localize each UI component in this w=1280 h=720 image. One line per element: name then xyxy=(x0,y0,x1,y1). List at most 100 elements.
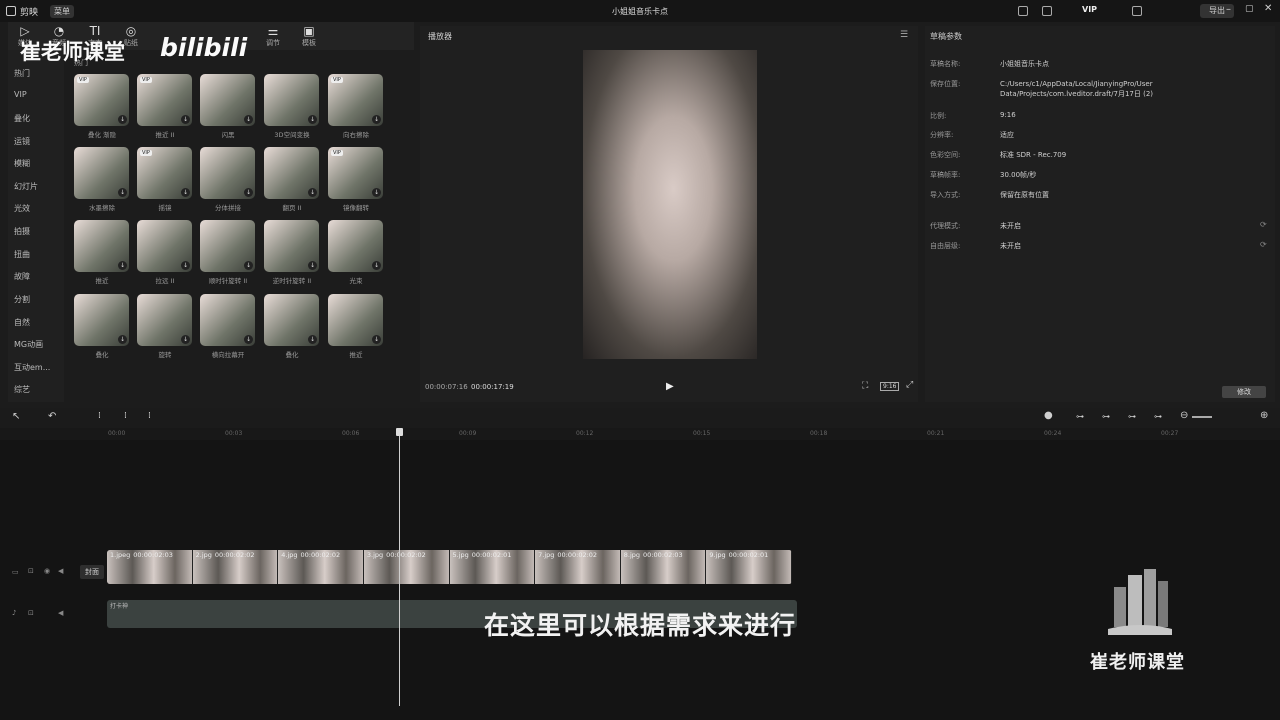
nav-item[interactable]: 叠化 xyxy=(14,113,30,124)
track-audio-icon[interactable]: ◀ xyxy=(58,567,63,575)
play-icon[interactable]: ▶ xyxy=(666,381,674,392)
video-clip[interactable]: 9.jpg 00:00:02:01 xyxy=(706,550,792,584)
download-icon[interactable]: ↓ xyxy=(181,188,190,197)
download-icon[interactable]: ↓ xyxy=(308,261,317,270)
thumbnail-caption: 摇镜 xyxy=(158,204,172,212)
cover-button[interactable]: 封面 xyxy=(80,565,104,579)
video-clip[interactable]: 4.jpg 00:00:02:02 xyxy=(278,550,364,584)
feedback-icon[interactable] xyxy=(1132,6,1142,16)
zoom-slider[interactable] xyxy=(1192,416,1212,418)
nav-item[interactable]: VIP xyxy=(14,90,27,99)
download-icon[interactable]: ↓ xyxy=(118,335,127,344)
proxy-info-icon[interactable]: ⟳ xyxy=(1260,220,1267,229)
track-lock-icon[interactable]: ⊡ xyxy=(28,567,34,575)
link-icon[interactable]: ⊶ xyxy=(1076,412,1084,421)
template-icon: ▣ xyxy=(303,24,315,38)
maximize-icon[interactable]: ▢ xyxy=(1245,4,1254,14)
download-icon[interactable]: ↓ xyxy=(308,188,317,197)
download-icon[interactable]: ↓ xyxy=(372,115,381,124)
nav-item[interactable]: 自然 xyxy=(14,317,30,328)
nav-item[interactable]: 扭曲 xyxy=(14,249,30,260)
video-clip[interactable]: 5.jpg 00:00:02:01 xyxy=(449,550,536,584)
download-icon[interactable]: ↓ xyxy=(308,335,317,344)
video-clip[interactable]: 3.jpg 00:00:02:02 xyxy=(363,550,450,584)
vip-tag: VIP xyxy=(140,150,152,156)
video-clip[interactable]: 8.jpg 00:00:02:03 xyxy=(620,550,707,584)
ruler-tick: 00:18 xyxy=(810,430,828,437)
download-icon[interactable]: ↓ xyxy=(181,261,190,270)
nav-item[interactable]: 模糊 xyxy=(14,158,30,169)
track-hide-icon[interactable]: ▭ xyxy=(12,568,19,576)
menu-button[interactable]: 菜单 xyxy=(50,5,74,18)
app-name: 剪映 xyxy=(20,8,39,18)
preview-axis-icon[interactable]: ⊶ xyxy=(1128,412,1136,421)
video-clip[interactable]: 1.jpeg 00:00:02:03 xyxy=(107,550,193,584)
modify-button[interactable]: 修改 xyxy=(1222,386,1266,398)
thumbnail-caption: 推近 xyxy=(95,277,109,285)
download-icon[interactable]: ↓ xyxy=(181,335,190,344)
undo-icon[interactable]: ↶ xyxy=(48,411,56,422)
snap-icon[interactable]: ⊶ xyxy=(1102,412,1110,421)
draft-field-value: 适应 xyxy=(1000,131,1014,139)
thumbnail-caption: 闪黑 xyxy=(221,131,235,139)
layout-icon[interactable] xyxy=(1042,6,1052,16)
video-preview xyxy=(583,50,757,359)
expand-icon[interactable]: ⤢ xyxy=(906,380,913,390)
playhead-handle[interactable] xyxy=(396,428,403,436)
split-icon[interactable]: ⁞ xyxy=(98,411,101,421)
vip-badge[interactable]: VIP xyxy=(1082,5,1097,14)
fullscreen-fit-icon[interactable]: ⛶ xyxy=(862,381,868,391)
nav-item[interactable]: 综艺 xyxy=(14,384,30,395)
nav-item[interactable]: 运镜 xyxy=(14,136,30,147)
nav-item[interactable]: 分割 xyxy=(14,294,30,305)
download-icon[interactable]: ↓ xyxy=(118,188,127,197)
shortcut-icon[interactable] xyxy=(1018,6,1028,16)
download-icon[interactable]: ↓ xyxy=(118,115,127,124)
time-ruler[interactable] xyxy=(0,428,1280,440)
player-menu-icon[interactable]: ☰ xyxy=(900,30,908,40)
video-track[interactable]: 1.jpeg 00:00:02:03 2.jpg 00:00:02:02 4.jpg 00… xyxy=(107,550,792,584)
trim-right-icon[interactable]: ⁞ xyxy=(148,411,151,421)
linkage-icon[interactable]: ⊶ xyxy=(1154,412,1162,421)
nav-item[interactable]: 拍摄 xyxy=(14,226,30,237)
audio-lock-icon[interactable]: ⊡ xyxy=(28,609,34,617)
download-icon[interactable]: ↓ xyxy=(181,115,190,124)
microphone-icon[interactable]: ● xyxy=(1044,410,1053,421)
minimize-icon[interactable]: – xyxy=(1226,4,1231,15)
tool-adjust[interactable]: ⚌ 调节 xyxy=(258,24,288,48)
nav-item[interactable]: 热门 xyxy=(14,68,30,79)
audio-mute-icon[interactable]: ◀ xyxy=(58,609,63,617)
ratio-button[interactable]: 9:16 xyxy=(880,382,900,391)
download-icon[interactable]: ↓ xyxy=(372,261,381,270)
download-icon[interactable]: ↓ xyxy=(244,335,253,344)
nav-item[interactable]: 互动em... xyxy=(14,362,50,373)
audio-track-icon[interactable]: ♪ xyxy=(12,609,16,617)
select-cursor-icon[interactable]: ↖ xyxy=(12,411,20,422)
adjust-icon: ⚌ xyxy=(267,24,279,38)
playhead[interactable] xyxy=(399,428,400,706)
zoom-fit-icon[interactable]: ⊕ xyxy=(1260,410,1268,421)
nav-item[interactable]: 光效 xyxy=(14,203,30,214)
trim-left-icon[interactable]: ⁞ xyxy=(124,411,127,421)
nav-item[interactable]: 幻灯片 xyxy=(14,181,38,192)
tool-template[interactable]: ▣ 模板 xyxy=(294,24,324,48)
video-clip[interactable]: 2.jpg 00:00:02:02 xyxy=(192,550,279,584)
download-icon[interactable]: ↓ xyxy=(244,115,253,124)
download-icon[interactable]: ↓ xyxy=(244,261,253,270)
nav-item[interactable]: 故障 xyxy=(14,271,30,282)
clip-duration: 00:00:02:02 xyxy=(557,551,598,559)
layer-info-icon[interactable]: ⟳ xyxy=(1260,240,1267,249)
download-icon[interactable]: ↓ xyxy=(308,115,317,124)
download-icon[interactable]: ↓ xyxy=(372,188,381,197)
clip-label: 3.jpg 00:00:02:02 xyxy=(367,551,426,559)
track-eye-icon[interactable]: ◉ xyxy=(44,567,50,575)
zoom-out-icon[interactable]: ⊖ xyxy=(1180,410,1188,421)
thumbnail-caption: 拉远 II xyxy=(155,277,175,285)
video-clip[interactable]: 7.jpg 00:00:02:02 xyxy=(535,550,621,584)
close-icon[interactable]: ✕ xyxy=(1264,3,1272,14)
download-icon[interactable]: ↓ xyxy=(118,261,127,270)
clip-duration: 00:00:02:01 xyxy=(471,551,512,559)
download-icon[interactable]: ↓ xyxy=(244,188,253,197)
nav-item[interactable]: MG动画 xyxy=(14,339,43,350)
download-icon[interactable]: ↓ xyxy=(372,335,381,344)
